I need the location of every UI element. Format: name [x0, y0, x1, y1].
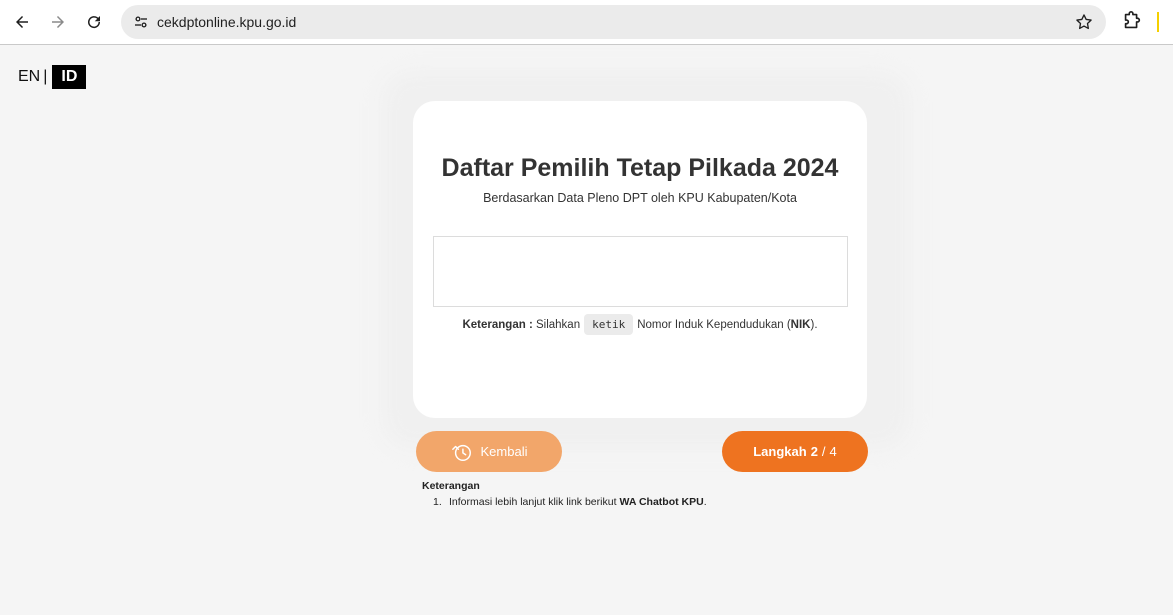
list-item-text: Informasi lebih lanjut klik link berikut — [449, 496, 617, 508]
next-step-current: 2 — [810, 444, 818, 459]
info-title: Keterangan — [422, 480, 480, 492]
forward-arrow-icon[interactable] — [44, 8, 72, 36]
search-card: Daftar Pemilih Tetap Pilkada 2024 Berdas… — [413, 101, 867, 418]
hint-abbr: NIK — [790, 318, 811, 331]
reload-icon[interactable] — [80, 8, 108, 36]
back-arrow-icon[interactable] — [8, 8, 36, 36]
lang-separator: | — [43, 68, 48, 85]
input-hint: Keterangan : Silahkan ketik Nomor Induk … — [413, 314, 867, 335]
bookmark-star-icon[interactable] — [1074, 12, 1094, 32]
address-bar[interactable]: cekdptonline.kpu.go.id — [121, 5, 1106, 39]
extensions-puzzle-icon[interactable] — [1121, 10, 1145, 34]
hint-post: Nomor Induk Kependudukan ( — [637, 318, 791, 331]
list-item-number: 1. — [433, 496, 442, 508]
list-item: 1. Informasi lebih lanjut klik link beri… — [422, 496, 707, 508]
next-step-prefix: Langkah — [753, 444, 807, 459]
hint-keyword: ketik — [584, 314, 634, 335]
next-step-total: 4 — [829, 444, 837, 459]
list-item-end: . — [703, 496, 707, 508]
wa-chatbot-link[interactable]: WA Chatbot KPU — [620, 496, 704, 508]
back-button[interactable]: Kembali — [416, 431, 562, 472]
back-clock-icon — [451, 444, 471, 461]
nik-input[interactable] — [433, 236, 848, 307]
page-subtitle: Berdasarkan Data Pleno DPT oleh KPU Kabu… — [483, 191, 797, 205]
profile-indicator — [1157, 12, 1159, 32]
info-section: Keterangan 1. Informasi lebih lanjut kli… — [422, 480, 707, 508]
hint-label: Keterangan : — [462, 318, 533, 331]
hint-end: ). — [810, 318, 818, 331]
site-info-icon[interactable] — [127, 8, 155, 36]
browser-toolbar: cekdptonline.kpu.go.id — [0, 0, 1173, 45]
language-switcher: EN | ID — [18, 65, 87, 89]
lang-en-link[interactable]: EN — [18, 68, 40, 86]
hint-pre: Silahkan — [535, 318, 581, 331]
back-button-label: Kembali — [480, 444, 528, 459]
url-text[interactable]: cekdptonline.kpu.go.id — [157, 14, 296, 30]
next-step-button[interactable]: Langkah 2 / 4 — [722, 431, 868, 472]
page-title: Daftar Pemilih Tetap Pilkada 2024 — [441, 154, 839, 182]
next-step-sep: / — [821, 444, 826, 459]
lang-id-active[interactable]: ID — [52, 65, 87, 89]
